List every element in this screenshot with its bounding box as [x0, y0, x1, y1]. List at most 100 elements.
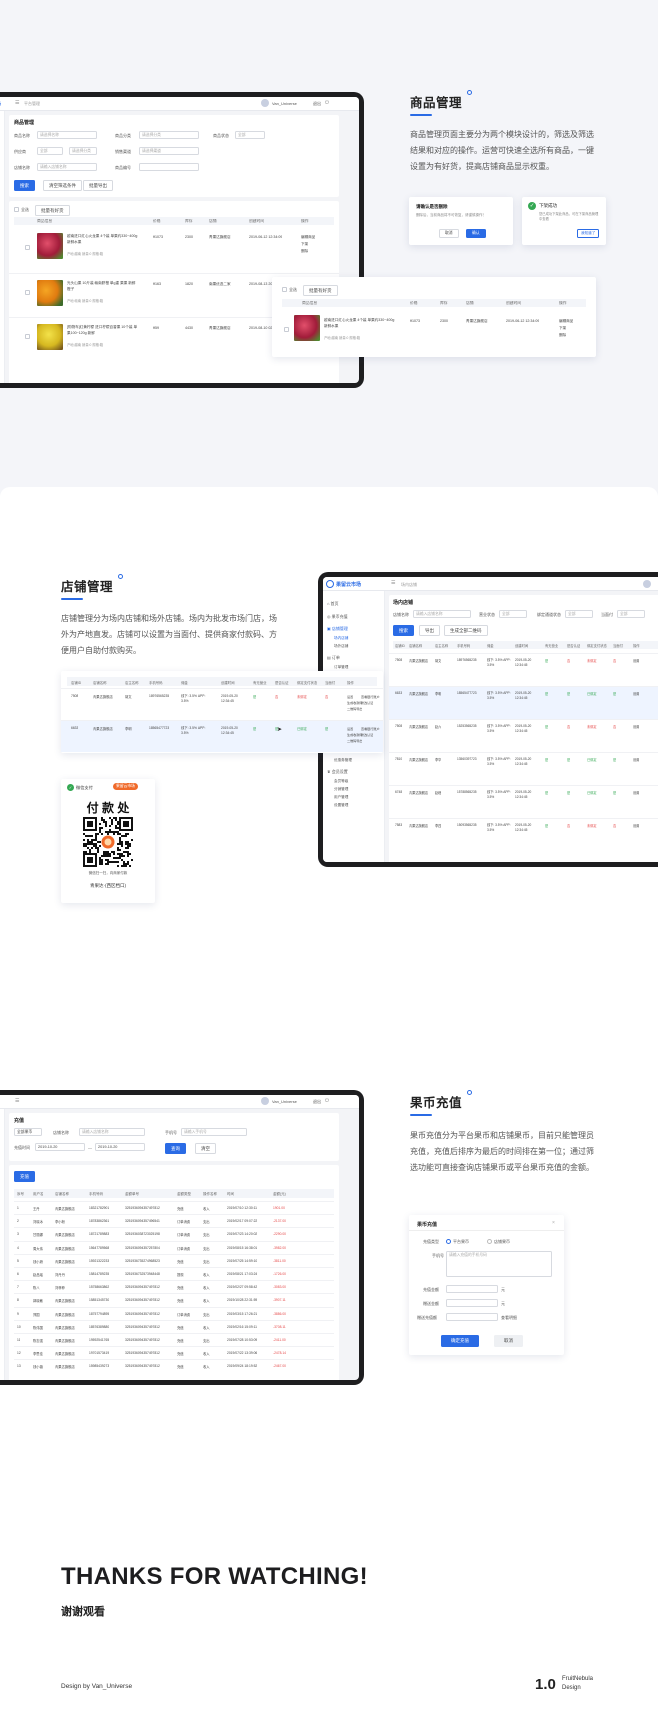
coin-type-select[interactable]: 全部果币	[14, 1128, 42, 1136]
sidebar-sub-outer[interactable]: 场外店铺	[327, 642, 382, 652]
product-name[interactable]: 越南进口红心火龙果 4个装 单果约330~400g 新鲜水果	[67, 233, 139, 245]
row-checkbox[interactable]	[25, 290, 30, 295]
op-link[interactable]: 二维码导出	[347, 706, 362, 711]
close-icon[interactable]: ×	[552, 1220, 555, 1226]
sidebar-sub[interactable]: 用户管理	[327, 793, 382, 801]
sub-select[interactable]: 请选择分类	[69, 147, 97, 155]
sidebar-sub[interactable]: 会员等级	[327, 777, 382, 785]
edit-link[interactable]: 编辑商品	[559, 319, 573, 324]
channel-select[interactable]: 请选择渠道	[139, 147, 199, 155]
amount-input[interactable]	[446, 1285, 498, 1293]
sidebar-item-recharge[interactable]: ◎ 果币充值	[327, 610, 382, 623]
phone-label: 手机号	[432, 1253, 444, 1258]
bonus-input[interactable]	[446, 1313, 498, 1321]
batch-good-button[interactable]: 批量有好货	[303, 285, 338, 296]
op-link[interactable]: 二维码导出	[347, 738, 362, 743]
col-header: 操作	[559, 301, 567, 305]
bind-status-select[interactable]: 全部	[565, 610, 593, 618]
logout-link[interactable]: 退出	[313, 1099, 321, 1105]
recharge-button[interactable]: 充值	[14, 1171, 35, 1182]
cancel-button[interactable]: 取消	[494, 1335, 523, 1347]
sidebar-sub[interactable]: 设置管理	[327, 801, 382, 809]
clear-filter-button[interactable]: 清空筛选条件	[43, 180, 82, 191]
start-date-input[interactable]: 2019-10-20	[35, 1143, 85, 1151]
op-link[interactable]: 修改认证	[361, 700, 373, 705]
radio-platform[interactable]	[446, 1239, 451, 1244]
category-select[interactable]: 请选择分类	[139, 131, 199, 139]
select-all-checkbox[interactable]	[282, 287, 287, 292]
op-link[interactable]: 设置	[633, 823, 639, 828]
menu-icon[interactable]: ☰	[15, 1098, 19, 1104]
op-link[interactable]: 查看银行账户	[361, 726, 380, 731]
detail-link[interactable]: 查看明细	[501, 1315, 517, 1321]
confirm-recharge-button[interactable]: 确定充值	[441, 1335, 479, 1347]
cancel-button[interactable]: 取消	[439, 229, 459, 238]
product-name[interactable]: 越南进口红心火龙果 4个装 单果约330~400g 新鲜水果	[324, 317, 398, 329]
export-button[interactable]: 导出	[419, 625, 440, 636]
delete-link[interactable]: 删除	[559, 333, 566, 338]
avatar[interactable]	[643, 580, 651, 588]
end-date-input[interactable]: 2019-10-20	[95, 1143, 145, 1151]
power-icon[interactable]: ⏻	[325, 1098, 329, 1104]
batch-good-button[interactable]: 批量有好货	[35, 205, 70, 216]
query-button[interactable]: 查询	[165, 1143, 186, 1154]
code-input[interactable]	[139, 163, 199, 171]
sidebar-item-home[interactable]: ⌂ 首页	[327, 597, 382, 610]
op-link[interactable]: 设置	[633, 724, 639, 729]
op-link[interactable]: 设置	[633, 757, 639, 762]
status-select[interactable]: 全部	[235, 131, 265, 139]
phone-input[interactable]: 请输入手机号	[181, 1128, 247, 1136]
username[interactable]: Van_Universe	[272, 1099, 297, 1104]
sidebar-sub[interactable]: 优惠券管理	[327, 756, 382, 766]
sidebar-item-order[interactable]: ▤ 订单	[327, 652, 382, 663]
shop-input[interactable]: 请输入店铺名称	[37, 163, 97, 171]
offshelf-link[interactable]: 下架	[301, 242, 308, 247]
give-input[interactable]	[446, 1299, 498, 1307]
row-checkbox[interactable]	[25, 245, 30, 250]
search-button[interactable]: 搜索	[14, 180, 35, 191]
logout-link[interactable]: 退出	[313, 101, 321, 107]
supplier-select[interactable]: 全部	[37, 147, 63, 155]
avatar[interactable]	[261, 1097, 269, 1105]
op-link[interactable]: 修改认证	[361, 732, 373, 737]
menu-icon[interactable]: ☰	[391, 580, 395, 586]
offshelf-link[interactable]: 下架	[559, 326, 566, 331]
phone-textarea[interactable]: 请输入充值的手机号码	[446, 1251, 552, 1277]
op-link[interactable]: 设置	[347, 726, 353, 731]
face-pay-select[interactable]: 全部	[617, 610, 645, 618]
username[interactable]: Van_Universe	[272, 101, 297, 106]
power-icon[interactable]: ⏻	[325, 100, 329, 106]
sidebar-item-member[interactable]: ♛ 会员设置	[327, 766, 382, 777]
sidebar-sub[interactable]: 分销管理	[327, 785, 382, 793]
got-it-button[interactable]: 我知道了	[577, 229, 600, 238]
product-name[interactable]: 光头山果 10斤装 赣南脐橙 单g重 果果 新鲜橙子	[67, 280, 139, 292]
sidebar-sub[interactable]: 订单管理	[327, 663, 382, 671]
export-button[interactable]: 批量导出	[83, 180, 113, 191]
shop-name-input[interactable]: 请输入店铺名称	[79, 1128, 145, 1136]
cell: 19592541765	[89, 1338, 110, 1342]
op-link[interactable]: 设置	[633, 790, 639, 795]
sidebar-sub-inner[interactable]: 场内店铺	[327, 634, 382, 642]
op-link[interactable]: 设置	[633, 658, 639, 663]
sidebar-item-shop[interactable]: ▣ 店铺管理	[327, 623, 382, 634]
edit-link[interactable]: 编辑商品	[301, 235, 315, 240]
delete-link[interactable]: 删除	[301, 249, 308, 254]
menu-icon[interactable]: ☰	[15, 100, 19, 106]
product-name[interactable]: [购物车]红黄柠檬 进口柠檬百香果 10个装 单果100~120g 新鲜	[67, 324, 139, 336]
clear-button[interactable]: 清空	[195, 1143, 216, 1154]
name-select[interactable]: 请选择名称	[37, 131, 97, 139]
confirm-button[interactable]: 确认	[466, 229, 486, 238]
shop-name-input[interactable]: 请输入店铺名称	[413, 610, 471, 618]
search-button[interactable]: 搜索	[393, 625, 414, 636]
op-link[interactable]: 设置	[633, 691, 639, 696]
radio-shop[interactable]	[487, 1239, 492, 1244]
row-checkbox[interactable]	[284, 327, 289, 332]
row-checkbox[interactable]	[25, 334, 30, 339]
qr-code[interactable]	[83, 817, 133, 867]
avatar[interactable]	[261, 99, 269, 107]
op-link[interactable]: 设置	[347, 694, 353, 699]
generate-qr-button[interactable]: 生成全部二维码	[444, 625, 488, 636]
open-status-select[interactable]: 全部	[499, 610, 527, 618]
op-link[interactable]: 查看银行账户	[361, 694, 380, 699]
select-all-checkbox[interactable]	[14, 207, 19, 212]
